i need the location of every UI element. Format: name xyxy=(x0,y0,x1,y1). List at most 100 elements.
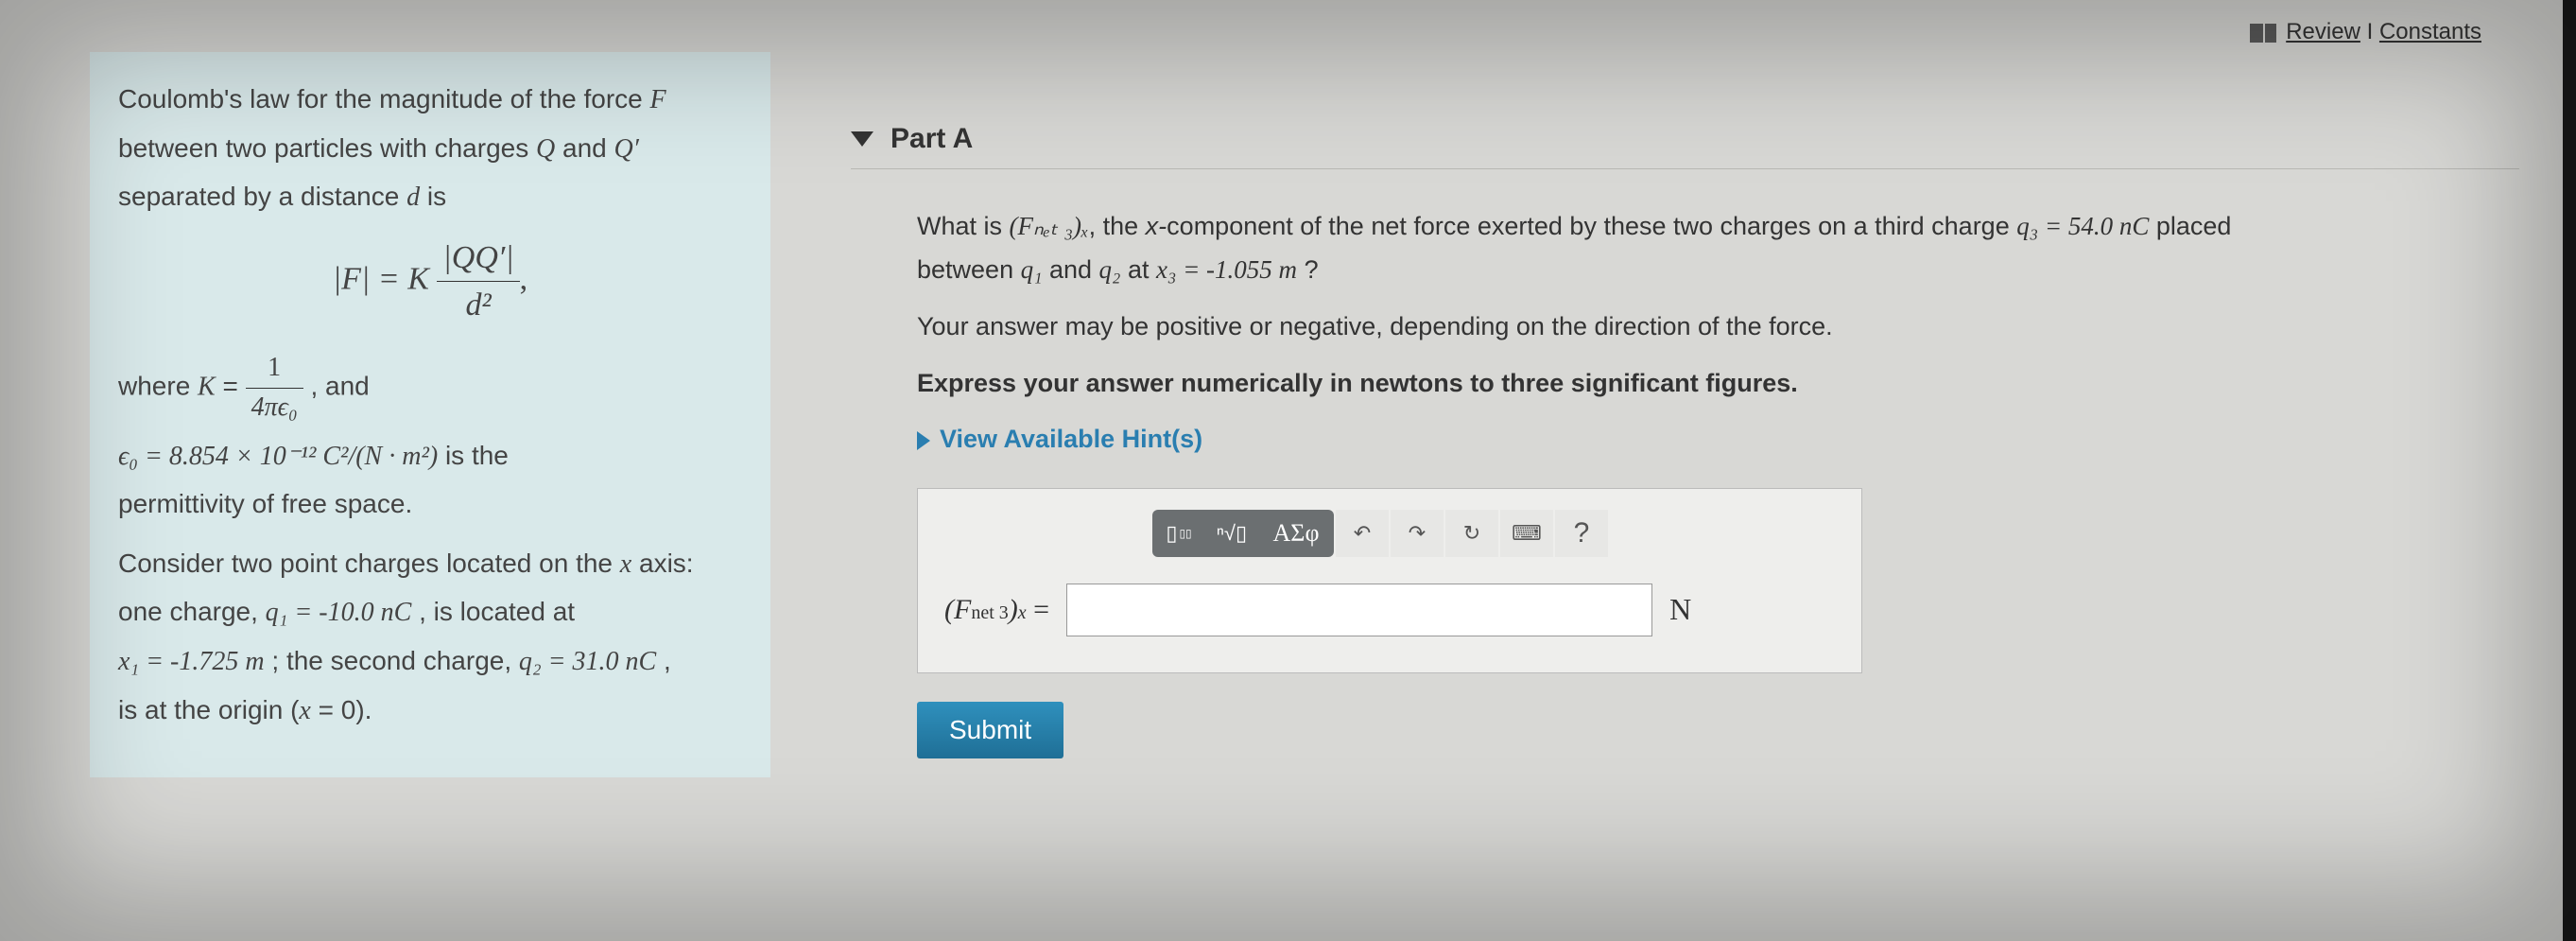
toolbar-dark-group: ▯▯▯ ⁿ√▯ ΑΣφ xyxy=(1152,510,1334,557)
k-numerator: 1 xyxy=(246,349,303,389)
hints-label: View Available Hint(s) xyxy=(940,425,1202,453)
formula-fraction: |QQ′| d² xyxy=(437,235,519,329)
right-edge-shadow xyxy=(2563,0,2576,941)
k-fraction: 1 4πϵ₀ xyxy=(246,349,303,427)
text: component of the net force exerted by th… xyxy=(1167,212,2016,240)
text: placed xyxy=(2149,212,2231,240)
text: = xyxy=(216,372,246,401)
formula-lhs: |F| = K xyxy=(333,261,429,296)
text: Consider two point charges located on th… xyxy=(118,549,620,578)
var-F: F xyxy=(650,85,666,114)
question-body: What is (Fₙₑₜ ₃)ₓ, the x-component of th… xyxy=(917,207,2519,673)
part-header[interactable]: Part A xyxy=(851,113,2519,169)
label: ▯ xyxy=(1166,521,1177,546)
keyboard-button[interactable]: ⌨ xyxy=(1500,510,1553,557)
help-button[interactable]: ? xyxy=(1555,510,1608,557)
answer-input-row: (Fnet 3)x = N xyxy=(944,584,1835,636)
text: and xyxy=(1042,255,1098,284)
answer-input[interactable] xyxy=(1066,584,1652,636)
fnet-symbol: (Fₙₑₜ ₃)ₓ xyxy=(1010,212,1089,240)
scenario-line-3: x₁ = -1.725 m ; the second charge, q₂ = … xyxy=(118,642,742,682)
permittivity-line: permittivity of free space. xyxy=(118,485,742,524)
intro-line-2: between two particles with charges Q and… xyxy=(118,130,742,169)
q2-value: q₂ = 31.0 nC xyxy=(519,647,656,676)
text: , xyxy=(656,646,671,675)
k-denominator: 4πϵ₀ xyxy=(246,389,303,427)
var-Qprime: Q′ xyxy=(614,134,639,164)
scenario-line-2: one charge, q₁ = -10.0 nC , is located a… xyxy=(118,593,742,633)
submit-button[interactable]: Submit xyxy=(917,702,1063,758)
express-instruction: Express your answer numerically in newto… xyxy=(917,364,2519,404)
var-d: d xyxy=(406,183,420,212)
var-q1: q₁ xyxy=(1021,255,1043,284)
var-Q: Q xyxy=(536,134,555,164)
answer-unit: N xyxy=(1669,586,1691,634)
greek-tool-button[interactable]: ΑΣφ xyxy=(1258,510,1334,557)
scenario-line-1: Consider two point charges located on th… xyxy=(118,545,742,584)
problem-statement-panel: Coulomb's law for the magnitude of the f… xyxy=(90,52,770,777)
link-separator: I xyxy=(2360,19,2379,44)
undo-button[interactable]: ↶ xyxy=(1336,510,1389,557)
q1-value: q₁ = -10.0 nC xyxy=(266,598,412,627)
var-F: F xyxy=(954,594,971,625)
text: is xyxy=(420,182,446,211)
intro-line-1: Coulomb's law for the magnitude of the f… xyxy=(118,80,742,120)
subscript: net 3 xyxy=(971,602,1008,623)
text: is at the origin ( xyxy=(118,695,299,724)
text: separated by a distance xyxy=(118,182,406,211)
question-line-1: What is (Fₙₑₜ ₃)ₓ, the x-component of th… xyxy=(917,207,2519,247)
text: ? xyxy=(1297,255,1319,284)
text: ( xyxy=(944,594,954,625)
text: ; the second charge, xyxy=(265,646,519,675)
text: = 0). xyxy=(311,695,372,724)
intro-line-3: separated by a distance d is xyxy=(118,178,742,218)
radical-tool-button[interactable]: ⁿ√▯ xyxy=(1205,510,1258,557)
var-K: K xyxy=(198,373,216,402)
coulomb-formula: |F| = K |QQ′| d² , xyxy=(118,235,742,329)
q3-value: q₃ = 54.0 nC xyxy=(2016,212,2149,240)
answer-lhs: (Fnet 3)x = xyxy=(944,588,1049,633)
where-line: where K = 1 4πϵ₀ , and xyxy=(118,349,742,427)
subscript-x: x xyxy=(1018,602,1027,623)
epsilon-value: ϵ₀ = 8.854 × 10⁻¹² C²/(N · m²) xyxy=(118,442,438,471)
x3-value: x₃ = -1.055 m xyxy=(1156,255,1297,284)
question-panel: Part A What is (Fₙₑₜ ₃)ₓ, the x-componen… xyxy=(851,113,2519,758)
book-icon xyxy=(2250,24,2276,43)
text: , is located at xyxy=(411,597,575,626)
text: at xyxy=(1120,255,1156,284)
chevron-right-icon xyxy=(917,431,930,450)
top-links: Review I Constants xyxy=(2250,19,2481,45)
text: between two particles with charges xyxy=(118,133,536,163)
text: where xyxy=(118,372,198,401)
var-x: x xyxy=(620,549,631,579)
text: axis: xyxy=(631,549,693,578)
answer-area: ▯▯▯ ⁿ√▯ ΑΣφ ↶ ↷ ↻ ⌨ ? (Fnet 3)x = N xyxy=(917,488,1862,673)
text: What is xyxy=(917,212,1010,240)
direction-note: Your answer may be positive or negative,… xyxy=(917,307,2519,347)
equation-toolbar: ▯▯▯ ⁿ√▯ ΑΣφ ↶ ↷ ↻ ⌨ ? xyxy=(1152,510,1835,557)
template-tool-button[interactable]: ▯▯▯ xyxy=(1152,510,1205,557)
formula-numerator: |QQ′| xyxy=(437,235,519,282)
view-hints-toggle[interactable]: View Available Hint(s) xyxy=(917,420,2519,460)
text: and xyxy=(555,133,614,163)
text: , the xyxy=(1089,212,1146,240)
text: , xyxy=(520,261,528,296)
collapse-caret-icon[interactable] xyxy=(851,131,873,147)
var-x: x xyxy=(299,696,310,725)
var-q2: q₂ xyxy=(1099,255,1121,284)
equals: = xyxy=(1027,594,1049,625)
text: is the xyxy=(438,441,509,470)
review-link[interactable]: Review xyxy=(2286,19,2360,44)
redo-button[interactable]: ↷ xyxy=(1391,510,1444,557)
x1-value: x₁ = -1.725 m xyxy=(118,647,265,676)
scenario-line-4: is at the origin (x = 0). xyxy=(118,691,742,731)
text: ) xyxy=(1009,594,1018,625)
text: x- xyxy=(1146,212,1167,240)
part-title: Part A xyxy=(890,123,973,155)
text: one charge, xyxy=(118,597,266,626)
reset-button[interactable]: ↻ xyxy=(1445,510,1498,557)
formula-denominator: d² xyxy=(437,282,519,328)
text: between xyxy=(917,255,1021,284)
question-line-2: between q₁ and q₂ at x₃ = -1.055 m ? xyxy=(917,251,2519,290)
constants-link[interactable]: Constants xyxy=(2379,19,2481,44)
